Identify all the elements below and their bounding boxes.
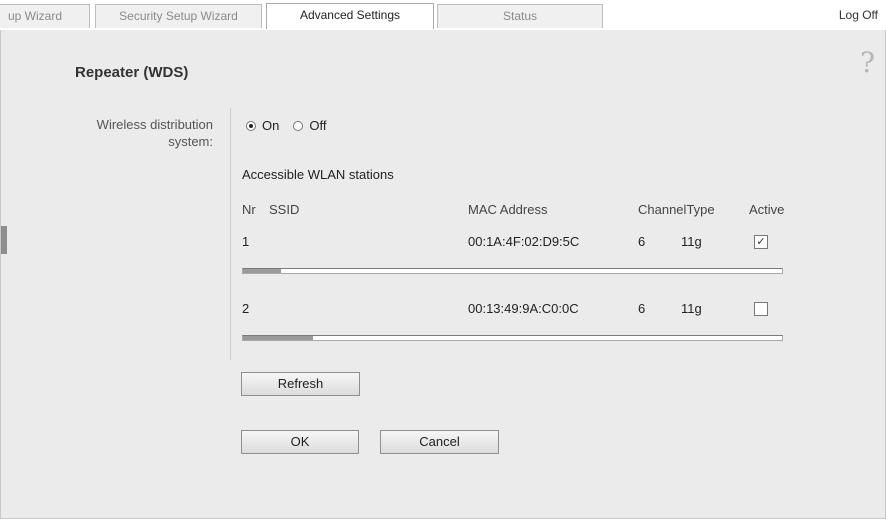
cancel-button[interactable]: Cancel	[380, 430, 499, 454]
tab-security-setup-wizard[interactable]: Security Setup Wizard	[95, 4, 262, 28]
row-1-channel: 6	[638, 234, 646, 249]
row-2-signal-fill	[243, 336, 314, 340]
tab-setup-wizard[interactable]: up Wizard	[0, 4, 90, 28]
row-2-active-checkbox[interactable]	[754, 302, 768, 316]
ok-button[interactable]: OK	[241, 430, 359, 454]
header-mac: MAC Address	[468, 202, 548, 217]
header-channel: ChannelType	[638, 202, 715, 217]
refresh-button[interactable]: Refresh	[241, 372, 360, 396]
row-2-type: 11g	[681, 301, 702, 316]
row-1-nr: 1	[242, 234, 250, 249]
wds-on-label: On	[262, 118, 280, 133]
row-2-mac: 00:13:49:9A:C0:0C	[468, 301, 579, 316]
page-title: Repeater (WDS)	[75, 64, 189, 81]
row-1-type: 11g	[681, 234, 702, 249]
main-panel: ? Repeater (WDS) Wireless distribution s…	[0, 30, 886, 519]
tab-bar: up Wizard Security Setup Wizard Advanced…	[0, 0, 886, 30]
row-2-nr: 2	[242, 301, 250, 316]
row-1-signal-fill	[243, 269, 281, 273]
help-icon[interactable]: ?	[860, 46, 875, 79]
header-type-text: Type	[686, 202, 715, 217]
vertical-divider	[230, 108, 231, 360]
header-channel-text: Channel	[638, 202, 687, 217]
header-nr: Nr	[242, 202, 256, 217]
wds-off-label: Off	[309, 118, 327, 133]
row-2-signal-bar	[242, 335, 783, 341]
tab-advanced-settings[interactable]: Advanced Settings	[266, 3, 434, 29]
row-1-signal-bar	[242, 268, 783, 274]
wds-off-radio[interactable]	[293, 120, 304, 131]
tab-status[interactable]: Status	[437, 4, 603, 28]
logoff-link[interactable]: Log Off	[839, 8, 878, 22]
side-scroll-marker	[1, 226, 7, 254]
wds-on-option[interactable]: On	[246, 118, 279, 133]
header-ssid: SSID	[269, 202, 300, 217]
wds-off-option[interactable]: Off	[293, 118, 326, 133]
wds-radio-group: On Off	[246, 118, 340, 133]
row-1-active-checkbox[interactable]: ✓	[754, 235, 768, 249]
wds-on-radio[interactable]	[246, 120, 256, 131]
wds-label: Wireless distribution system:	[96, 117, 213, 149]
row-2-channel: 6	[638, 301, 646, 316]
row-1-mac: 00:1A:4F:02:D9:5C	[468, 234, 580, 249]
header-active: Active	[749, 202, 785, 217]
stations-title: Accessible WLAN stations	[242, 167, 394, 182]
